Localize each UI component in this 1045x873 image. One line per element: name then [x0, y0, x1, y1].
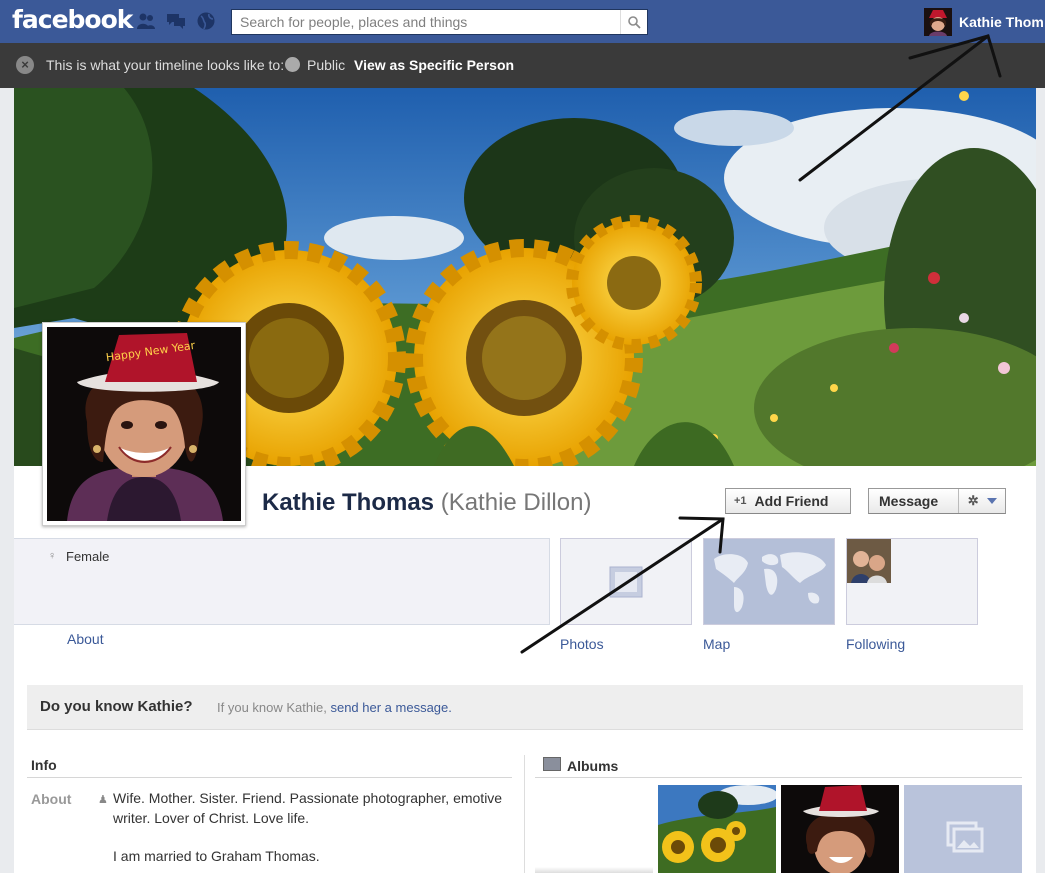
friend-requests-icon[interactable]	[136, 12, 156, 30]
photos-app-label[interactable]: Photos	[560, 636, 604, 652]
send-message-link[interactable]: send her a message.	[330, 700, 451, 715]
view-as-bar: × This is what your timeline looks like …	[0, 43, 1045, 88]
do-you-know-box: Do you know Kathie? If you know Kathie, …	[27, 685, 1023, 730]
photos-placeholder-icon	[561, 539, 691, 624]
notifications-globe-icon[interactable]	[196, 12, 216, 30]
top-navigation-bar: facebook Kathie Thom	[0, 0, 1045, 44]
chevron-down-icon	[986, 498, 997, 504]
do-you-know-prompt: If you know Kathie,	[217, 700, 327, 715]
map-app-label[interactable]: Map	[703, 636, 730, 652]
add-friend-button[interactable]: +1 Add Friend	[725, 488, 851, 514]
album-thumb-blank[interactable]	[535, 785, 653, 873]
albums-heading[interactable]: Albums	[567, 758, 618, 774]
profile-alt-name: (Kathie Dillon)	[440, 489, 592, 516]
photo-placeholder-icon	[904, 785, 1022, 873]
column-divider	[524, 755, 525, 873]
albums-divider	[535, 777, 1022, 778]
album-thumb-placeholder[interactable]	[904, 785, 1022, 873]
add-friend-icon: +1	[734, 495, 747, 507]
albums-icon	[543, 757, 561, 771]
photos-app-box[interactable]	[560, 538, 692, 625]
about-married: I am married to Graham Thomas.	[113, 848, 320, 864]
following-thumbnail	[847, 539, 977, 624]
audience-label: Public	[307, 57, 346, 73]
messages-icon[interactable]	[166, 12, 186, 30]
facebook-logo[interactable]: facebook	[12, 5, 133, 34]
info-divider	[27, 777, 512, 778]
profile-link[interactable]: Kathie Thom	[924, 8, 1044, 36]
search-icon	[627, 15, 641, 29]
about-text: Wife. Mother. Sister. Friend. Passionate…	[113, 790, 503, 826]
message-button-group: Message ✲	[868, 488, 1006, 514]
search-box	[231, 9, 648, 35]
following-app-label[interactable]: Following	[846, 636, 905, 652]
gender-label: Female	[66, 549, 110, 564]
summary-box: ♀ Female	[14, 538, 550, 625]
profile-main-name: Kathie Thomas	[262, 489, 435, 516]
user-avatar	[924, 8, 952, 36]
gear-icon: ✲	[967, 493, 979, 508]
timeline: Happy New Year Kathie Thomas (Kathie Dil…	[14, 88, 1036, 873]
public-globe-icon	[285, 57, 300, 72]
user-name: Kathie Thom	[959, 14, 1044, 30]
view-as-specific-person-link[interactable]: View as Specific Person	[354, 57, 514, 73]
world-map-icon	[704, 539, 834, 624]
do-you-know-text: If you know Kathie, send her a message.	[217, 700, 452, 715]
map-app-box[interactable]	[703, 538, 835, 625]
profile-photo: Happy New Year	[47, 327, 241, 521]
add-friend-label: Add Friend	[754, 493, 829, 509]
settings-dropdown[interactable]: ✲	[958, 489, 1005, 513]
view-as-message: This is what your timeline looks like to…	[46, 57, 285, 73]
album-thumb-profile[interactable]	[781, 785, 899, 873]
following-app-box[interactable]	[846, 538, 978, 625]
search-button[interactable]	[620, 10, 647, 34]
album-thumb-cover[interactable]	[658, 785, 776, 873]
do-you-know-title: Do you know Kathie?	[40, 698, 193, 715]
close-icon[interactable]: ×	[16, 56, 34, 74]
message-button[interactable]: Message	[869, 493, 958, 509]
gender-icon: ♀	[48, 550, 57, 562]
profile-name: Kathie Thomas (Kathie Dillon)	[262, 489, 591, 517]
person-icon: ♟	[98, 794, 108, 806]
about-key: About	[31, 791, 72, 807]
info-heading[interactable]: Info	[31, 757, 57, 773]
profile-picture[interactable]: Happy New Year	[42, 322, 246, 526]
about-link[interactable]: About	[67, 631, 104, 647]
search-input[interactable]	[232, 10, 620, 34]
